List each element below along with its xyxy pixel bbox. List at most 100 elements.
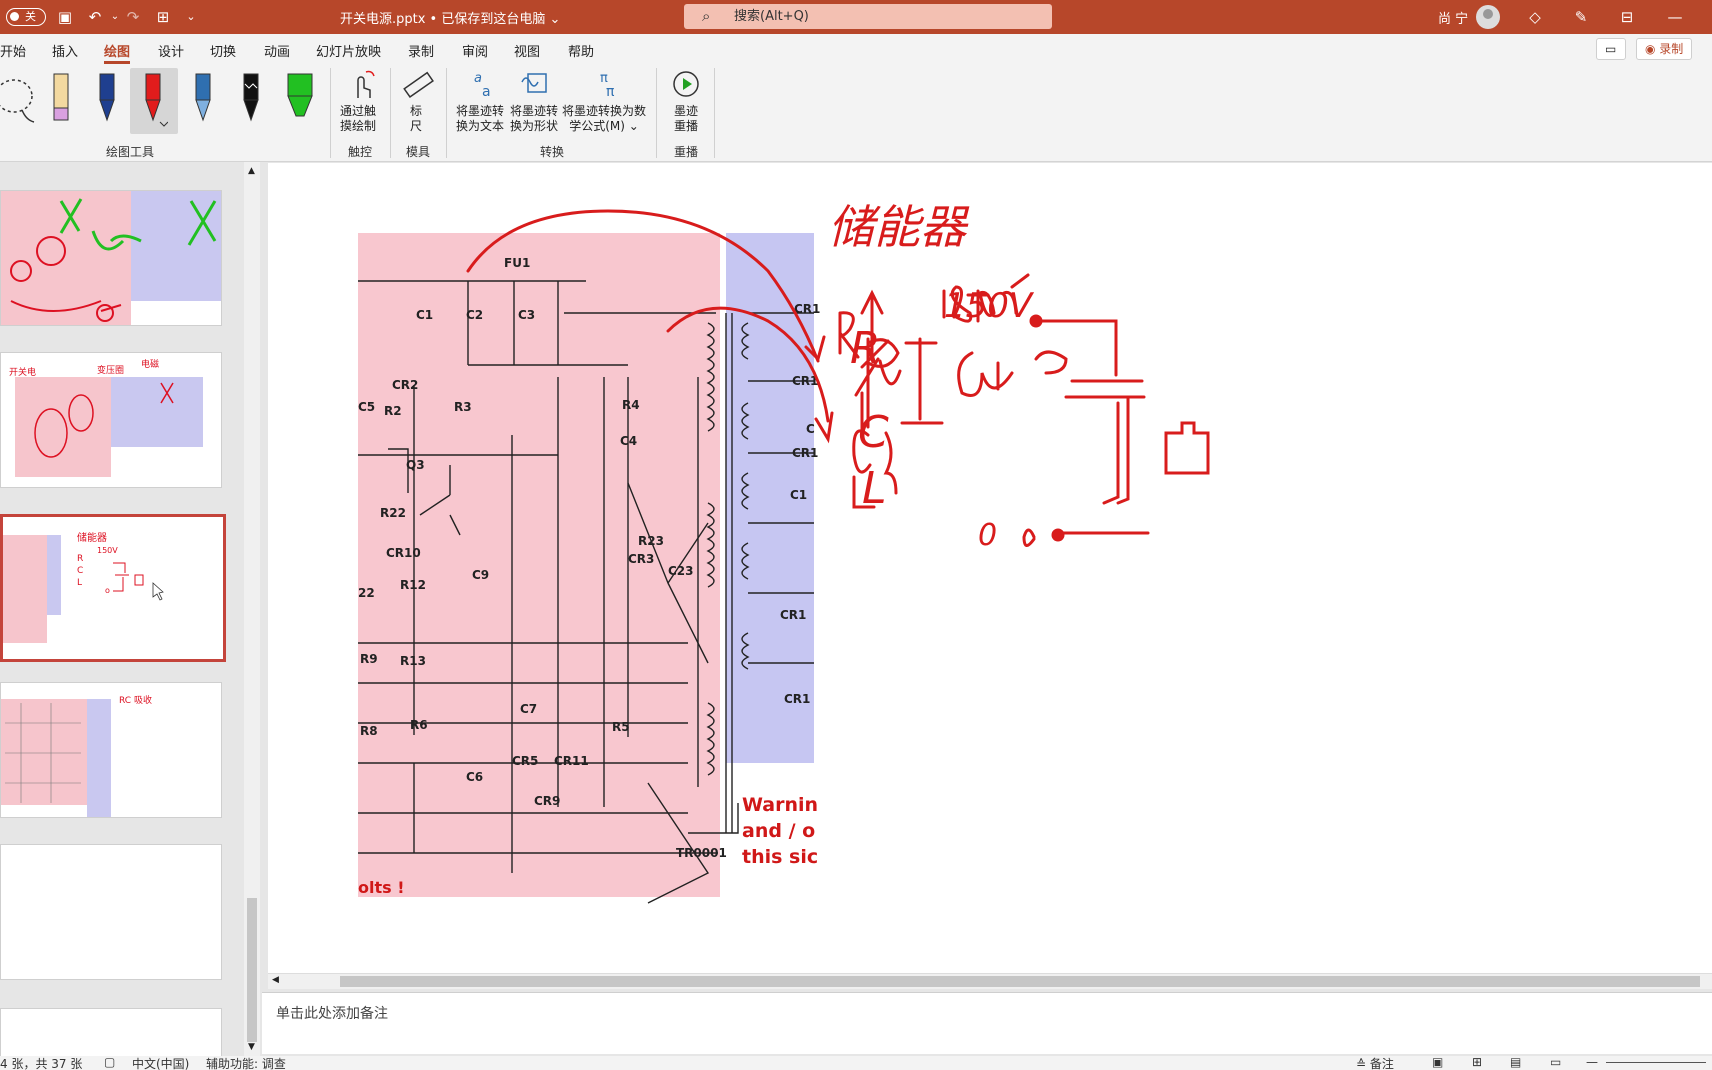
- pen-galaxy-icon[interactable]: [188, 70, 218, 132]
- touch-draw-icon[interactable]: [346, 68, 376, 100]
- user-name[interactable]: 尚 宁: [1438, 8, 1468, 27]
- save-icon[interactable]: ▣: [54, 6, 76, 28]
- pen-edit-icon[interactable]: ✎: [1570, 6, 1592, 28]
- ribbon-display-icon[interactable]: ⊟: [1616, 6, 1638, 28]
- svg-text:CR1: CR1: [780, 608, 806, 622]
- ruler-button[interactable]: 标 尺: [410, 104, 422, 134]
- zoom-slider[interactable]: [1606, 1062, 1706, 1063]
- ribbon: 绘图工具 通过触 摸绘制 触控 标 尺 模具 a a 将墨迹转 换为文本 将墨迹…: [0, 64, 1712, 162]
- scrollbar-thumb[interactable]: [340, 976, 1700, 987]
- svg-text:CR2: CR2: [392, 378, 418, 392]
- slide-horizontal-scrollbar[interactable]: ◀: [268, 973, 1712, 989]
- svg-text:C4: C4: [620, 434, 637, 448]
- svg-text:R5: R5: [612, 720, 630, 734]
- customize-toolbar-icon[interactable]: ⌄: [180, 6, 202, 28]
- svg-text:C9: C9: [472, 568, 489, 582]
- ink-to-shape-button[interactable]: 将墨迹转 换为形状: [510, 104, 558, 134]
- group-touch: 触控: [348, 145, 373, 159]
- pen-black-icon[interactable]: [236, 70, 266, 132]
- svg-text:R3: R3: [454, 400, 472, 414]
- scrollbar-thumb[interactable]: [247, 898, 257, 1042]
- scroll-up-icon[interactable]: ▲: [248, 166, 255, 176]
- slide-thumbnail-current[interactable]: 储能器 R C L 150V o: [0, 514, 226, 662]
- slideshow-view-icon[interactable]: ▭: [1550, 1056, 1561, 1069]
- highlighter-green-icon[interactable]: [284, 70, 314, 132]
- accessibility-status[interactable]: 辅助功能: 调查: [206, 1056, 286, 1070]
- tab-draw[interactable]: 绘图: [104, 41, 131, 64]
- ink-to-text-icon[interactable]: a a: [466, 68, 498, 100]
- spellcheck-icon[interactable]: ▢: [104, 1056, 115, 1069]
- slide-content: FU1 C1 C2 C3 CR2 C5 R2 R3 R4 C4 Q3 R22 C…: [358, 200, 1210, 904]
- normal-view-icon[interactable]: ▣: [1432, 1056, 1443, 1069]
- ruler-icon[interactable]: [402, 68, 434, 100]
- search-input[interactable]: ⌕ 搜索(Alt+Q): [684, 4, 1052, 29]
- notes-placeholder[interactable]: 单击此处添加备注: [276, 1003, 388, 1023]
- thumbnail-scrollbar[interactable]: ▲ ▼: [244, 162, 260, 1058]
- pen-blue-icon[interactable]: [92, 70, 122, 132]
- tab-animations[interactable]: 动画: [264, 41, 290, 60]
- search-icon: ⌕: [702, 7, 711, 25]
- language-indicator[interactable]: 中文(中国): [132, 1056, 189, 1070]
- tab-view[interactable]: 视图: [514, 41, 540, 60]
- pen-red-icon[interactable]: [138, 70, 168, 132]
- svg-text:C3: C3: [518, 308, 535, 322]
- touch-draw-button[interactable]: 通过触 摸绘制: [340, 104, 376, 134]
- ink-to-math-button[interactable]: 将墨迹转换为数 学公式(M) ⌄: [562, 104, 646, 134]
- group-separator: [330, 68, 331, 158]
- group-separator: [446, 68, 447, 158]
- svg-text:TR0001: TR0001: [676, 846, 727, 860]
- pencil-tool-icon[interactable]: [46, 70, 76, 132]
- tab-home[interactable]: 开始: [0, 41, 26, 60]
- svg-text:储能器: 储能器: [77, 531, 107, 544]
- slide-counter[interactable]: 4 张，共 37 张: [0, 1056, 82, 1070]
- minimize-icon[interactable]: —: [1664, 6, 1686, 28]
- notes-toggle-button[interactable]: ≙ 备注: [1356, 1056, 1394, 1070]
- tab-transitions[interactable]: 切换: [210, 41, 236, 60]
- svg-text:this sic: this sic: [742, 846, 818, 868]
- svg-text:R9: R9: [360, 652, 378, 666]
- ink-to-text-button[interactable]: 将墨迹转 换为文本: [456, 104, 504, 134]
- tab-design[interactable]: 设计: [158, 41, 184, 60]
- tab-insert[interactable]: 插入: [52, 41, 78, 60]
- comments-button[interactable]: ▭: [1596, 38, 1626, 60]
- autosave-toggle[interactable]: 关: [6, 8, 46, 26]
- ink-to-shape-icon[interactable]: [518, 68, 550, 100]
- status-bar: 4 张，共 37 张 ▢ 中文(中国) 辅助功能: 调查 ≙ 备注 ▣ ⊞ ▤ …: [0, 1056, 1712, 1070]
- scroll-left-icon[interactable]: ◀: [272, 975, 279, 985]
- slide-canvas[interactable]: FU1 C1 C2 C3 CR2 C5 R2 R3 R4 C4 Q3 R22 C…: [268, 163, 1712, 973]
- group-separator: [714, 68, 715, 158]
- ink-text-4: 150V: [944, 286, 1035, 326]
- svg-text:π: π: [606, 84, 615, 100]
- slide-thumbnail[interactable]: 开关电 变压圈 电磁: [0, 352, 222, 488]
- zoom-out-icon[interactable]: —: [1586, 1056, 1598, 1069]
- svg-text:C7: C7: [520, 702, 537, 716]
- scroll-down-icon[interactable]: ▼: [248, 1042, 255, 1052]
- tab-help[interactable]: 帮助: [568, 41, 594, 60]
- svg-text:电磁: 电磁: [141, 358, 159, 370]
- ink-replay-icon[interactable]: [670, 68, 702, 100]
- record-button[interactable]: ◉ 录制: [1636, 38, 1693, 60]
- notes-pane[interactable]: 单击此处添加备注: [262, 992, 1712, 1054]
- ink-replay-button[interactable]: 墨迹 重播: [674, 104, 698, 134]
- document-title[interactable]: 开关电源.pptx • 已保存到这台电脑 ⌄: [340, 8, 560, 27]
- ink-to-math-icon[interactable]: π π: [590, 68, 622, 100]
- slide-thumbnail[interactable]: RC 吸收: [0, 682, 222, 818]
- slide-thumbnail[interactable]: [0, 1008, 222, 1060]
- present-icon[interactable]: ⊞: [152, 6, 174, 28]
- diamond-icon[interactable]: ◇: [1524, 6, 1546, 28]
- tab-slideshow[interactable]: 幻灯片放映: [316, 41, 381, 60]
- tab-record[interactable]: 录制: [408, 41, 434, 60]
- svg-text:C2: C2: [466, 308, 483, 322]
- avatar[interactable]: [1476, 5, 1500, 29]
- slide-thumbnail[interactable]: [0, 190, 222, 326]
- svg-text:C6: C6: [466, 770, 483, 784]
- redo-icon[interactable]: ↷: [122, 6, 144, 28]
- slide-sorter-icon[interactable]: ⊞: [1472, 1056, 1482, 1069]
- reading-view-icon[interactable]: ▤: [1510, 1056, 1521, 1069]
- tab-review[interactable]: 审阅: [462, 41, 488, 60]
- undo-icon[interactable]: ↶: [84, 6, 106, 28]
- ink-text-0: 储能器: [828, 200, 970, 254]
- lasso-select-icon[interactable]: [0, 70, 40, 126]
- svg-text:C5: C5: [358, 400, 375, 414]
- slide-thumbnail[interactable]: [0, 844, 222, 980]
